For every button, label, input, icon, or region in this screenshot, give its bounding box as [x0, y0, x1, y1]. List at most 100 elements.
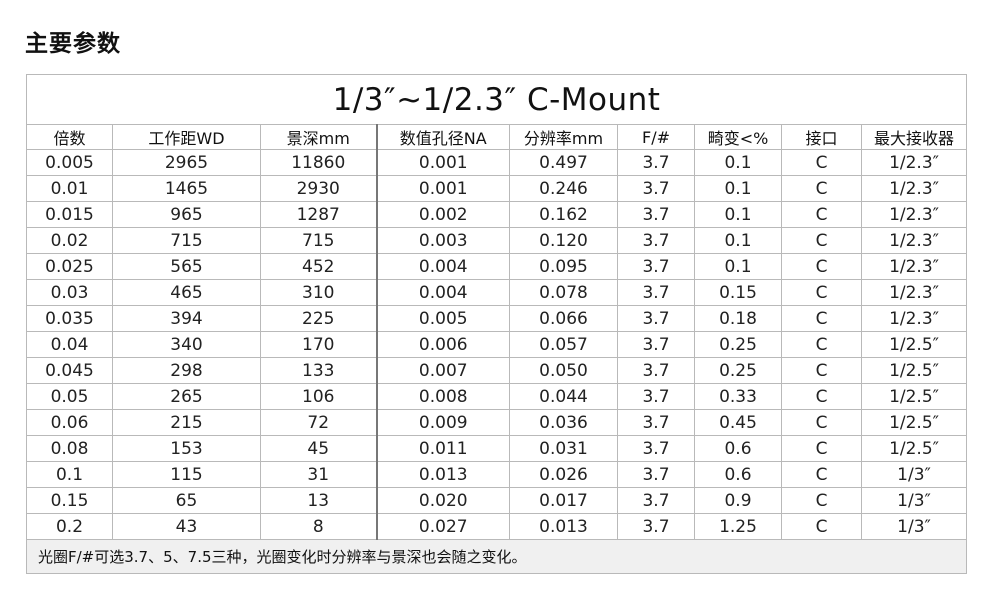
table-cell: C	[781, 357, 862, 384]
table-cell: 1465	[112, 175, 261, 202]
table-row: 0.035 394 225 0.005 0.066 3.7 0.18 C 1/2.3″	[26, 305, 968, 332]
table-cell: 0.15	[694, 279, 782, 306]
table-cell: 0.035	[26, 305, 113, 332]
column-header: 分辨率mm	[509, 124, 618, 150]
table-cell: 3.7	[617, 253, 695, 280]
table-cell: 0.002	[375, 201, 510, 228]
table-cell: 0.1	[26, 461, 113, 488]
table-cell: 0.162	[509, 201, 618, 228]
table-cell: 298	[112, 357, 261, 384]
table-cell: 0.017	[509, 487, 618, 514]
table-cell: 0.15	[26, 487, 113, 514]
table-cell: 1/2.5″	[860, 409, 968, 436]
table-cell: 0.1	[694, 227, 782, 254]
table-cell: 0.004	[375, 279, 510, 306]
table-cell: 0.006	[375, 331, 510, 358]
table-note-row: 光圈F/#可选3.7、5、7.5三种，光圈变化时分辨率与景深也会随之变化。	[25, 539, 968, 574]
table-cell: 0.1	[694, 149, 782, 176]
table-cell: C	[781, 331, 862, 358]
table-cell: 1/2.3″	[860, 279, 968, 306]
table-cell: 0.027	[375, 513, 510, 540]
table-cell: 0.45	[694, 409, 782, 436]
table-cell: 3.7	[617, 461, 695, 488]
table-cell: 13	[260, 487, 377, 514]
column-header: 畸变<%	[694, 124, 782, 150]
table-cell: 3.7	[617, 227, 695, 254]
table-cell: 1/3″	[860, 461, 968, 488]
table-cell: 0.050	[509, 357, 618, 384]
column-header: 数值孔径NA	[375, 124, 510, 150]
table-cell: 1/3″	[860, 513, 968, 540]
table-cell: 170	[260, 331, 377, 358]
table-row: 0.1 115 31 0.013 0.026 3.7 0.6 C 1/3″	[26, 461, 968, 488]
table-cell: 0.011	[375, 435, 510, 462]
table-cell: 3.7	[617, 357, 695, 384]
table-cell: 133	[260, 357, 377, 384]
table-cell: 452	[260, 253, 377, 280]
table-cell: 0.045	[26, 357, 113, 384]
table-cell: 0.020	[375, 487, 510, 514]
table-row: 0.03 465 310 0.004 0.078 3.7 0.15 C 1/2.3″	[26, 279, 968, 306]
table-cell: C	[781, 201, 862, 228]
table-cell: 1/2.3″	[860, 201, 968, 228]
table-row: 0.005 2965 11860 0.001 0.497 3.7 0.1 C 1/2.3″	[26, 149, 968, 176]
table-cell: 2965	[112, 149, 261, 176]
table-cell: 3.7	[617, 487, 695, 514]
table-cell: C	[781, 279, 862, 306]
column-header: 景深mm	[260, 124, 377, 150]
table-row: 0.08 153 45 0.011 0.031 3.7 0.6 C 1/2.5″	[26, 435, 968, 462]
table-header-row: 倍数 工作距WD 景深mm 数值孔径NA 分辨率mm F/# 畸变<% 接口 最大接收器	[26, 124, 968, 150]
table-cell: C	[781, 487, 862, 514]
column-header: 最大接收器	[860, 124, 968, 150]
table-cell: C	[781, 409, 862, 436]
table-cell: 0.6	[694, 435, 782, 462]
table-cell: 2930	[260, 175, 377, 202]
table-cell: 3.7	[617, 175, 695, 202]
table-cell: 1/2.3″	[860, 227, 968, 254]
table-row: 0.15 65 13 0.020 0.017 3.7 0.9 C 1/3″	[26, 487, 968, 514]
table-cell: 340	[112, 331, 261, 358]
table-row: 0.2 43 8 0.027 0.013 3.7 1.25 C 1/3″	[26, 513, 968, 540]
table-cell: 1287	[260, 201, 377, 228]
table-cell: 715	[112, 227, 261, 254]
table-cell: 715	[260, 227, 377, 254]
spec-table: 1/3″~1/2.3″ C-Mount 倍数 工作距WD 景深mm 数值孔径NA 分辨率…	[25, 74, 968, 574]
table-cell: 0.044	[509, 383, 618, 410]
table-cell: 115	[112, 461, 261, 488]
table-cell: 0.497	[509, 149, 618, 176]
table-cell: 394	[112, 305, 261, 332]
table-cell: 565	[112, 253, 261, 280]
table-cell: 0.18	[694, 305, 782, 332]
table-cell: 0.1	[694, 253, 782, 280]
table-cell: 0.066	[509, 305, 618, 332]
table-cell: 0.2	[26, 513, 113, 540]
table-cell: C	[781, 435, 862, 462]
table-cell: C	[781, 175, 862, 202]
table-cell: 0.057	[509, 331, 618, 358]
table-cell: 8	[260, 513, 377, 540]
table-cell: C	[781, 253, 862, 280]
table-cell: 31	[260, 461, 377, 488]
table-cell: 0.025	[26, 253, 113, 280]
table-cell: 0.03	[26, 279, 113, 306]
table-cell: C	[781, 305, 862, 332]
column-header: 倍数	[26, 124, 113, 150]
table-cell: 0.246	[509, 175, 618, 202]
table-cell: 0.08	[26, 435, 113, 462]
table-cell: 0.25	[694, 331, 782, 358]
table-cell: 1/2.5″	[860, 331, 968, 358]
table-title-row: 1/3″~1/2.3″ C-Mount	[25, 74, 968, 125]
table-cell: 0.036	[509, 409, 618, 436]
table-cell: 0.095	[509, 253, 618, 280]
table-row: 0.025 565 452 0.004 0.095 3.7 0.1 C 1/2.3″	[26, 253, 968, 280]
table-cell: 1/2.5″	[860, 357, 968, 384]
table-cell: 1/2.3″	[860, 253, 968, 280]
table-cell: 215	[112, 409, 261, 436]
table-row: 0.05 265 106 0.008 0.044 3.7 0.33 C 1/2.5″	[26, 383, 968, 410]
column-header: 接口	[781, 124, 862, 150]
table-cell: 0.013	[509, 513, 618, 540]
table-cell: 65	[112, 487, 261, 514]
column-header: F/#	[617, 124, 695, 150]
table-cell: 1/3″	[860, 487, 968, 514]
table-cell: 0.06	[26, 409, 113, 436]
